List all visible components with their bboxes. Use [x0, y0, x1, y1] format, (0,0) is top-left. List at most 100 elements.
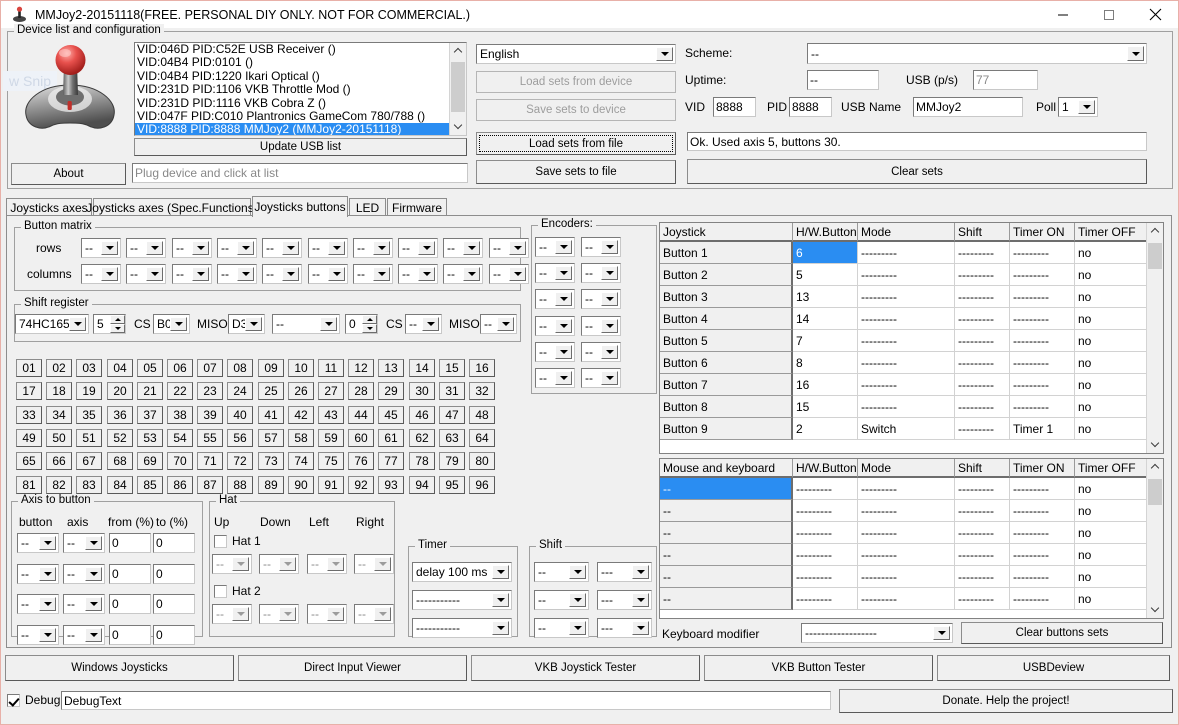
hat1-checkbox[interactable]: Hat 1 [214, 534, 261, 548]
chevron-down-icon[interactable] [39, 567, 56, 581]
plug-device-hint-field[interactable]: Plug device and click at list [132, 163, 468, 183]
matrix-column-select-7[interactable]: -- [353, 264, 393, 284]
button-number-46[interactable]: 46 [409, 406, 435, 424]
button-number-01[interactable]: 01 [16, 359, 42, 377]
clear-buttons-sets-button[interactable]: Clear buttons sets [961, 622, 1163, 644]
chevron-down-icon[interactable] [555, 266, 572, 280]
button-number-58[interactable]: 58 [288, 429, 314, 447]
donate-button[interactable]: Donate. Help the project! [839, 689, 1173, 713]
joystick-mode-cell[interactable]: --------- [858, 396, 955, 418]
button-number-29[interactable]: 29 [378, 382, 404, 400]
button-number-07[interactable]: 07 [197, 359, 223, 377]
button-number-92[interactable]: 92 [348, 476, 374, 494]
shift-register-count2-spinner[interactable]: 0 [345, 314, 378, 334]
button-number-22[interactable]: 22 [167, 382, 193, 400]
joystick-timer-on-cell[interactable]: --------- [1010, 286, 1075, 308]
shift-row-3-select-a[interactable]: -- [534, 618, 589, 638]
joystick-name-cell[interactable]: Button 8 [660, 396, 793, 418]
maximize-button[interactable] [1086, 2, 1132, 28]
matrix-column-select-4[interactable]: -- [217, 264, 257, 284]
joystick-timer-on-cell[interactable]: --------- [1010, 330, 1075, 352]
axis-row-2-to-field[interactable]: 0 [153, 564, 195, 584]
button-number-94[interactable]: 94 [409, 476, 435, 494]
chevron-down-icon[interactable] [320, 317, 337, 331]
close-button[interactable] [1132, 2, 1178, 28]
joystick-timer-on-cell[interactable]: Timer 1 [1010, 418, 1075, 440]
axis-row-4-axis-select[interactable]: -- [63, 625, 105, 645]
mouse-shift-cell[interactable]: --------- [955, 566, 1010, 588]
chevron-down-icon[interactable] [101, 267, 118, 281]
shift-row-2-select-b[interactable]: --- [597, 590, 652, 610]
matrix-row-select-2[interactable]: -- [126, 238, 166, 258]
joystick-mode-cell[interactable]: --------- [858, 264, 955, 286]
chevron-down-icon[interactable] [245, 317, 262, 331]
mouse-timer-off-cell[interactable]: no [1075, 478, 1146, 500]
timer-select-1[interactable]: delay 100 ms [412, 562, 512, 582]
hat1-checkbox-box[interactable] [214, 535, 227, 548]
button-number-89[interactable]: 89 [258, 476, 284, 494]
button-number-48[interactable]: 48 [469, 406, 495, 424]
joystick-shift-cell[interactable]: --------- [955, 330, 1010, 352]
load-sets-from-file-button[interactable]: Load sets from file [476, 132, 676, 155]
chevron-down-icon[interactable] [39, 597, 56, 611]
encoder-4-select-a[interactable]: -- [535, 316, 575, 336]
language-select[interactable]: English [476, 44, 676, 64]
mouse-name-cell[interactable]: -- [660, 588, 793, 610]
mouse-hw-button-cell[interactable]: --------- [793, 500, 858, 522]
joystick-hw-button-cell[interactable]: 16 [793, 374, 858, 396]
mouse-timer-off-cell[interactable]: no [1075, 588, 1146, 610]
axis-row-4-button-select[interactable]: -- [17, 625, 59, 645]
joystick-hw-button-cell[interactable]: 7 [793, 330, 858, 352]
cs2-select[interactable]: -- [405, 314, 442, 334]
joystick-timer-off-cell[interactable]: no [1075, 308, 1146, 330]
spinner-buttons[interactable] [362, 315, 377, 333]
button-number-13[interactable]: 13 [378, 359, 404, 377]
joystick-shift-cell[interactable]: --------- [955, 308, 1010, 330]
button-number-63[interactable]: 63 [439, 429, 465, 447]
joystick-hw-button-cell[interactable]: 6 [793, 242, 858, 264]
pid-field[interactable]: 8888 [789, 97, 832, 117]
timer-select-2[interactable]: ----------- [412, 590, 512, 610]
chevron-down-icon[interactable] [555, 292, 572, 306]
save-sets-to-file-button[interactable]: Save sets to file [476, 160, 676, 184]
chevron-down-icon[interactable] [85, 567, 102, 581]
joystick-mode-cell[interactable]: --------- [858, 352, 955, 374]
button-number-50[interactable]: 50 [46, 429, 72, 447]
button-number-60[interactable]: 60 [348, 429, 374, 447]
chevron-down-icon[interactable] [146, 267, 163, 281]
button-number-38[interactable]: 38 [167, 406, 193, 424]
button-number-61[interactable]: 61 [378, 429, 404, 447]
button-number-02[interactable]: 02 [46, 359, 72, 377]
table-row[interactable]: Button 716---------------------------no [660, 374, 1146, 396]
button-number-82[interactable]: 82 [46, 476, 72, 494]
joystick-name-cell[interactable]: Button 4 [660, 308, 793, 330]
button-number-34[interactable]: 34 [46, 406, 72, 424]
button-number-70[interactable]: 70 [167, 452, 193, 470]
joystick-name-cell[interactable]: Button 6 [660, 352, 793, 374]
timer-select-3[interactable]: ----------- [412, 618, 512, 638]
button-number-12[interactable]: 12 [348, 359, 374, 377]
button-number-54[interactable]: 54 [167, 429, 193, 447]
button-number-86[interactable]: 86 [167, 476, 193, 494]
chevron-down-icon[interactable] [463, 241, 480, 255]
chevron-down-icon[interactable] [237, 241, 254, 255]
miso2-select[interactable]: -- [480, 314, 517, 334]
chevron-down-icon[interactable] [555, 345, 572, 359]
chevron-down-icon[interactable] [656, 47, 673, 61]
button-number-47[interactable]: 47 [439, 406, 465, 424]
button-number-09[interactable]: 09 [258, 359, 284, 377]
button-number-69[interactable]: 69 [137, 452, 163, 470]
table-row[interactable]: --------------------------------------no [660, 522, 1146, 544]
hat1-up-select[interactable]: -- [212, 554, 252, 574]
button-number-41[interactable]: 41 [258, 406, 284, 424]
button-number-56[interactable]: 56 [227, 429, 253, 447]
joystick-timer-on-cell[interactable]: --------- [1010, 308, 1075, 330]
chevron-down-icon[interactable] [374, 607, 391, 621]
axis-row-1-from-field[interactable]: 0 [109, 533, 151, 553]
button-number-76[interactable]: 76 [348, 452, 374, 470]
chevron-down-icon[interactable] [418, 267, 435, 281]
device-list-item[interactable]: VID:046D PID:C52E USB Receiver () [135, 43, 449, 56]
button-number-24[interactable]: 24 [227, 382, 253, 400]
device-list-item[interactable]: VID:8888 PID:8888 MMJoy2 (MMJoy2-2015111… [135, 123, 449, 136]
chevron-down-icon[interactable] [601, 292, 618, 306]
